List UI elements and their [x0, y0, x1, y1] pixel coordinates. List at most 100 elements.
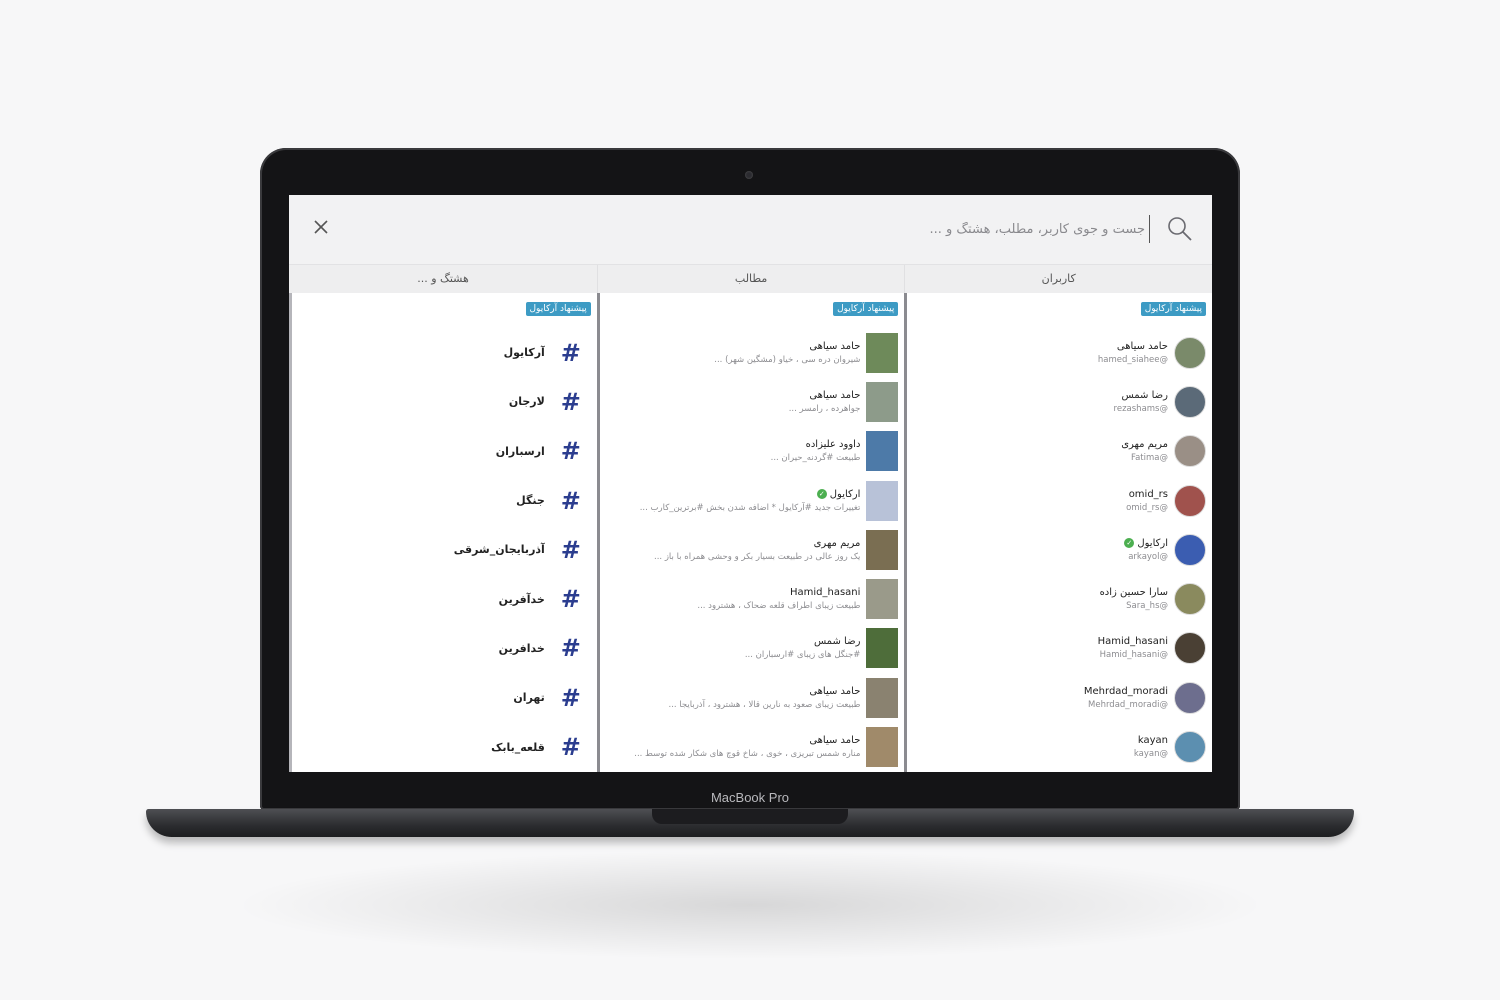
post-author-text: آرکایول	[829, 488, 861, 500]
user-handle: @Mehrdad_moradi	[1088, 699, 1168, 710]
post-thumbnail	[866, 529, 899, 570]
post-excerpt: مناره شمس تبریزی ، خوی ، شاخ قوچ های شکا…	[634, 749, 861, 760]
tab-posts[interactable]: مطالب	[596, 265, 905, 293]
post-row[interactable]: حامد سیاهی مناره شمس تبریزی ، خوی ، شاخ ق…	[600, 722, 905, 771]
avatar	[1174, 632, 1206, 665]
post-thumbnail	[866, 677, 899, 718]
verified-check-icon: ✓	[1124, 538, 1135, 549]
user-name-text: حامد سیاهی	[1116, 340, 1168, 352]
post-author: حامد سیاهی	[714, 341, 860, 352]
user-row[interactable]: حامد سیاهی @hamed_siahee	[907, 328, 1212, 377]
user-handle: @kayan	[1133, 749, 1168, 760]
user-meta: Mehrdad_moradi @Mehrdad_moradi	[1084, 686, 1168, 710]
user-meta: omid_rs @omid_rs	[1126, 489, 1168, 513]
post-row[interactable]: رضا شمس #جنگل های زیبای #ارسباران ...	[600, 624, 905, 673]
hashtag-row[interactable]: # لارجان	[292, 377, 597, 426]
post-thumbnail	[866, 332, 899, 373]
post-meta: رضا شمس #جنگل های زیبای #ارسباران ...	[745, 636, 861, 660]
hash-icon: #	[560, 535, 581, 564]
hash-icon: #	[560, 486, 581, 515]
user-row[interactable]: kayan @kayan	[907, 722, 1212, 771]
user-row[interactable]: Hamid_hasani @Hamid_hasani	[907, 624, 1212, 673]
hashtag-row[interactable]: # تهران	[292, 673, 597, 722]
post-meta: حامد سیاهی مناره شمس تبریزی ، خوی ، شاخ ق…	[634, 735, 860, 759]
hashtag-label: قلعه_بابک	[491, 740, 545, 754]
post-row[interactable]: حامد سیاهی جواهرده ، رامسر ...	[600, 377, 905, 426]
hashtags-column: پیشنهاد آرکایول # آرکایول # لارجان # ارسباران…	[289, 293, 597, 772]
hashtag-label: لارجان	[508, 395, 545, 409]
hashtag-row[interactable]: # خدافرین	[292, 624, 597, 673]
user-meta: رضا شمس @rezashams	[1114, 390, 1168, 414]
hashtag-row[interactable]: # جنگل	[292, 476, 597, 525]
user-meta: آرکایول ✓ @arkayol	[1124, 538, 1168, 562]
post-row[interactable]: Hamid_hasani طبیعت زیبای اطراف قلعه ضحاک …	[600, 574, 905, 623]
search-input[interactable]	[850, 215, 1150, 243]
hash-icon: #	[560, 585, 581, 614]
hashtag-label: خدافرین	[498, 641, 545, 655]
hash-icon: #	[560, 683, 581, 712]
post-meta: حامد سیاهی شیروان دره سی ، خیاو (مشگین شه…	[714, 341, 860, 365]
hashtag-row[interactable]: # قلعه_بابک	[292, 722, 597, 771]
tab-users[interactable]: کاربران	[904, 265, 1212, 293]
user-row[interactable]: omid_rs @omid_rs	[907, 476, 1212, 525]
hashtag-label: خدآفرین	[498, 592, 545, 606]
hashtag-row[interactable]: # آرکایول	[292, 328, 597, 377]
user-name: kayan	[1134, 735, 1168, 746]
user-name-text: مریم مهری	[1121, 439, 1168, 451]
user-name: حامد سیاهی	[1098, 341, 1168, 352]
user-name: omid_rs	[1126, 489, 1168, 500]
post-thumbnail	[866, 431, 899, 472]
post-author-text: حامد سیاهی	[809, 340, 861, 352]
post-author-text: رضا شمس	[813, 636, 861, 648]
post-row[interactable]: آرکایول ✓ تغییرات جدید #آرکایول * اضافه شد…	[600, 476, 905, 525]
webcam	[745, 171, 753, 179]
user-name-text: سارا حسین زاده	[1099, 587, 1168, 599]
post-thumbnail	[866, 579, 899, 620]
suggestion-badge: پیشنهاد آرکایول	[525, 302, 591, 316]
laptop-notch	[652, 809, 848, 824]
post-thumbnail	[866, 727, 899, 768]
user-row[interactable]: آرکایول ✓ @arkayol	[907, 525, 1212, 574]
post-author-text: Hamid_hasani	[789, 587, 861, 599]
post-row[interactable]: حامد سیاهی طبیعت زیبای صعود به نارین قالا…	[600, 673, 905, 722]
avatar	[1174, 583, 1206, 616]
user-name-text: kayan	[1137, 735, 1168, 747]
user-name-text: Mehrdad_moradi	[1083, 685, 1168, 697]
post-row[interactable]: حامد سیاهی شیروان دره سی ، خیاو (مشگین شه…	[600, 328, 905, 377]
user-row[interactable]: مریم مهری @Fatima	[907, 427, 1212, 476]
avatar	[1174, 681, 1206, 714]
post-author-text: مریم مهری	[813, 537, 861, 549]
search-bar	[289, 195, 1212, 265]
user-name: Mehrdad_moradi	[1084, 686, 1168, 697]
post-excerpt: یک روز عالی در طبیعت بسیار بکر و وحشی هم…	[654, 551, 861, 562]
user-meta: حامد سیاهی @hamed_siahee	[1098, 341, 1168, 365]
close-icon[interactable]	[309, 215, 333, 239]
post-row[interactable]: مریم مهری یک روز عالی در طبیعت بسیار بکر …	[600, 525, 905, 574]
user-row[interactable]: سارا حسین زاده @Sara_hs	[907, 574, 1212, 623]
hash-icon: #	[560, 338, 581, 367]
laptop-shadow	[230, 850, 1270, 960]
avatar	[1174, 731, 1206, 764]
user-name: رضا شمس	[1114, 390, 1168, 401]
hashtags-list: # آرکایول # لارجان # ارسباران # جنگل # آذربایجان_…	[292, 328, 597, 772]
user-row[interactable]: Mehrdad_moradi @Mehrdad_moradi	[907, 673, 1212, 722]
hashtag-row[interactable]: # ارسباران	[292, 427, 597, 476]
post-author: حامد سیاهی	[789, 390, 860, 401]
post-author: رضا شمس	[745, 636, 861, 648]
post-author: داوود علیزاده	[771, 439, 861, 450]
suggestion-badge: پیشنهاد آرکایول	[1140, 302, 1206, 316]
post-meta: حامد سیاهی طبیعت زیبای صعود به نارین قالا…	[669, 686, 861, 710]
tab-hashtags[interactable]: هشتگ و ...	[289, 265, 597, 293]
search-icon[interactable]	[1166, 215, 1194, 243]
post-thumbnail	[866, 628, 899, 669]
user-row[interactable]: رضا شمس @rezashams	[907, 377, 1212, 426]
post-row[interactable]: داوود علیزاده طبیعت #گردنه_حیران ...	[600, 427, 905, 476]
hashtag-row[interactable]: # آذربایجان_شرقی	[292, 525, 597, 574]
user-name: Hamid_hasani	[1098, 636, 1168, 647]
user-handle: @omid_rs	[1126, 502, 1168, 513]
user-handle: @Fatima	[1130, 453, 1168, 464]
hashtag-label: آذربایجان_شرقی	[453, 543, 545, 557]
post-author: Hamid_hasani	[697, 587, 860, 598]
hash-icon: #	[560, 733, 581, 762]
hashtag-row[interactable]: # خدآفرین	[292, 574, 597, 623]
